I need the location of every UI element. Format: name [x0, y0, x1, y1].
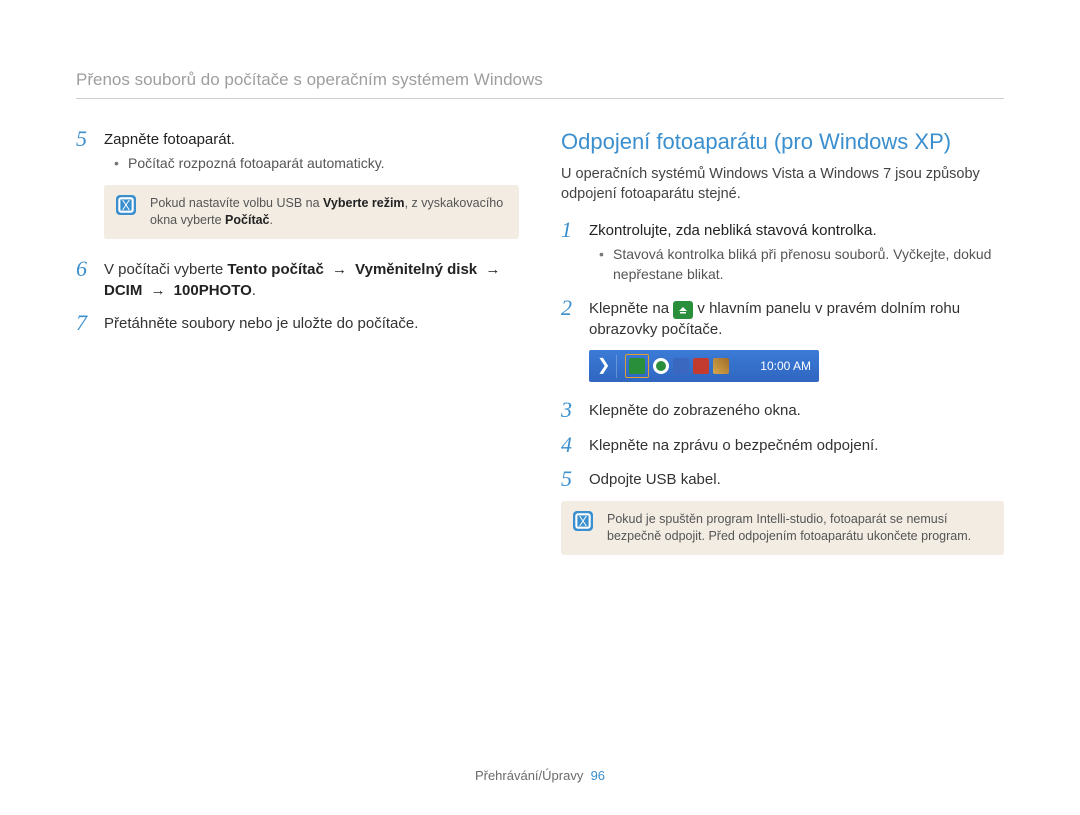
page-header: Přenos souborů do počítače s operačním s…	[76, 68, 1004, 99]
step-text: Přetáhněte soubory nebo je uložte do poč…	[104, 311, 519, 334]
step-number: 7	[76, 311, 104, 335]
note-box-2: Pokud je spuštěn program Intelli-studio,…	[561, 501, 1004, 555]
page-footer: Přehrávání/Úpravy 96	[0, 767, 1080, 785]
step-number: 6	[76, 257, 104, 281]
taskbar-clock: 10:00 AM	[760, 358, 811, 375]
step-bullets: Počítač rozpozná fotoaparát automaticky.	[104, 154, 519, 174]
bullet: Počítač rozpozná fotoaparát automaticky.	[118, 154, 519, 174]
step-text: Odpojte USB kabel.	[589, 467, 1004, 490]
step-number: 1	[561, 218, 589, 242]
right-column: Odpojení fotoaparátu (pro Windows XP) U …	[561, 127, 1004, 573]
step-7: 7 Přetáhněte soubory nebo je uložte do p…	[76, 311, 519, 335]
note-icon	[116, 195, 136, 215]
network-tray-icon	[713, 358, 729, 374]
step-bullets: Stavová kontrolka bliká při přenosu soub…	[589, 245, 1004, 284]
safely-remove-tray-icon	[629, 358, 645, 374]
r-step-4: 4 Klepněte na zprávu o bezpečném odpojen…	[561, 433, 1004, 457]
step-body: Zapněte fotoaparát. Počítač rozpozná fot…	[104, 127, 519, 176]
note-text: Pokud je spuštěn program Intelli-studio,…	[607, 512, 971, 543]
start-arrow-icon: ❯	[597, 355, 617, 377]
note-box-1: Pokud nastavíte volbu USB na Vyberte rež…	[104, 185, 519, 239]
section-intro: U operačních systémů Windows Vista a Win…	[561, 164, 1004, 205]
step-number: 5	[561, 467, 589, 491]
step-text: Zapněte fotoaparát.	[104, 129, 519, 150]
safely-remove-icon	[673, 301, 693, 319]
step-number: 4	[561, 433, 589, 457]
page-number: 96	[591, 768, 605, 783]
step-text: Zkontrolujte, zda nebliká stavová kontro…	[589, 220, 1004, 241]
step-text: Klepněte na zprávu o bezpečném odpojení.	[589, 433, 1004, 456]
r-step-3: 3 Klepněte do zobrazeného okna.	[561, 398, 1004, 422]
step-body: V počítači vyberte Tento počítač → Vyměn…	[104, 257, 519, 301]
shield-tray-icon	[653, 358, 669, 374]
step-text: Klepněte do zobrazeného okna.	[589, 398, 1004, 421]
r-step-2: 2 Klepněte na v hlavním panelu v pravém …	[561, 296, 1004, 340]
note-text: Pokud nastavíte volbu USB na Vyberte rež…	[150, 196, 503, 227]
r-step-1: 1 Zkontrolujte, zda nebliká stavová kont…	[561, 218, 1004, 286]
step-number: 2	[561, 296, 589, 320]
step-body: Klepněte na v hlavním panelu v pravém do…	[589, 296, 1004, 340]
tray-selected-safely-remove-icon	[625, 354, 649, 378]
footer-section: Přehrávání/Úpravy	[475, 768, 583, 783]
step-6: 6 V počítači vyberte Tento počítač → Vym…	[76, 257, 519, 301]
step-number: 5	[76, 127, 104, 151]
note-icon	[573, 511, 593, 531]
left-column: 5 Zapněte fotoaparát. Počítač rozpozná f…	[76, 127, 519, 573]
bullet: Stavová kontrolka bliká při přenosu soub…	[603, 245, 1004, 284]
content-columns: 5 Zapněte fotoaparát. Počítač rozpozná f…	[76, 127, 1004, 573]
page: Přenos souborů do počítače s operačním s…	[0, 0, 1080, 815]
step-5: 5 Zapněte fotoaparát. Počítač rozpozná f…	[76, 127, 519, 176]
step-number: 3	[561, 398, 589, 422]
volume-tray-icon	[693, 358, 709, 374]
step-body: Zkontrolujte, zda nebliká stavová kontro…	[589, 218, 1004, 286]
section-title: Odpojení fotoaparátu (pro Windows XP)	[561, 127, 1004, 158]
taskbar-image: ❯ 10:00 AM	[589, 350, 819, 382]
r-step-5: 5 Odpojte USB kabel.	[561, 467, 1004, 491]
display-tray-icon	[673, 358, 689, 374]
